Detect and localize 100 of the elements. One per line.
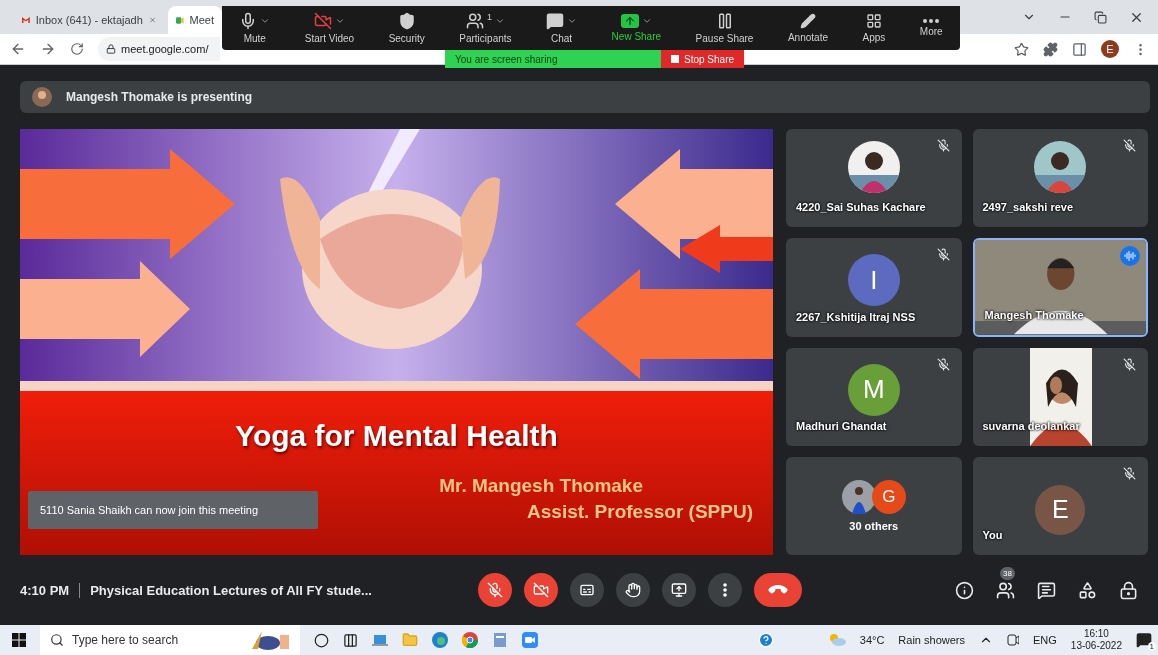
apps-icon (865, 13, 882, 29)
people-count: 38 (1000, 566, 1015, 580)
toolbar-button[interactable]: More (919, 19, 943, 37)
meet-now-icon[interactable] (1007, 633, 1019, 647)
participant-name: 2267_Kshitija Itraj NSS (796, 310, 916, 323)
participant-name: Madhuri Ghandat (796, 419, 887, 432)
temperature-text: 34°C (859, 634, 885, 646)
participant-tile[interactable]: 2497_sakshi reve (972, 129, 1148, 228)
address-field[interactable]: meet.google.com/ (98, 37, 220, 61)
captions-button[interactable] (570, 573, 605, 607)
lock-icon (106, 44, 116, 54)
participant-tile[interactable]: 4220_Sai Suhas Kachare (786, 129, 962, 228)
forward-icon[interactable] (40, 41, 56, 57)
sharing-banner: You are screen sharing (445, 50, 661, 68)
edge-icon[interactable] (432, 632, 448, 648)
hand-icon (625, 582, 642, 598)
caret-icon[interactable] (334, 16, 345, 26)
meeting-time: 4:10 PM (20, 582, 81, 598)
toolbar-button[interactable]: Mute (239, 12, 271, 44)
toolbar-button[interactable]: Chat (546, 12, 578, 44)
toolbar-button[interactable]: Apps (862, 13, 886, 43)
camera-off-icon (313, 12, 332, 30)
notification-toast: 5110 Sania Shaikh can now join this meeting (28, 491, 318, 529)
caret-icon[interactable] (641, 16, 652, 26)
presenter-name: Mr. Mangesh Thomake (439, 475, 643, 497)
camera-button[interactable] (524, 573, 559, 607)
participant-tile[interactable]: G 30 others (786, 456, 962, 555)
host-controls-icon[interactable] (1119, 580, 1138, 600)
notifications-icon[interactable] (1136, 632, 1152, 648)
zoom-app-icon[interactable] (522, 632, 538, 648)
toolbar-button[interactable]: Annotate (787, 13, 828, 43)
presenter-role: Assist. Professor (SPPU) (527, 501, 753, 523)
extensions-icon[interactable] (1043, 41, 1058, 57)
pencil-icon (799, 13, 816, 29)
toolbar-button[interactable]: 1 Participants (459, 12, 512, 44)
present-icon (671, 582, 688, 598)
toolbar-button[interactable]: Pause Share (695, 12, 754, 44)
app-icon[interactable] (372, 632, 388, 648)
search-icon (50, 633, 64, 647)
document-icon[interactable] (492, 632, 508, 648)
participant-tile[interactable]: E You (972, 456, 1148, 555)
browser-tab[interactable]: Inbox (641) - ektajadh (14, 6, 164, 34)
chrome-icon[interactable] (462, 632, 478, 648)
toolbar-button[interactable]: New Share (611, 14, 662, 42)
weather-widget-icon (250, 629, 290, 651)
shield-icon (397, 12, 416, 30)
raise-hand-button[interactable] (616, 573, 651, 607)
stop-icon (671, 55, 679, 63)
activities-icon[interactable] (1078, 580, 1097, 600)
participant-tile[interactable]: I 2267_Kshitija Itraj NSS (786, 238, 962, 337)
caret-icon[interactable] (567, 16, 578, 26)
avatar: I (847, 254, 900, 307)
caret-icon[interactable] (494, 16, 505, 26)
stop-share-button[interactable]: Stop Share (661, 50, 745, 68)
avatar: E (1035, 484, 1086, 535)
share-icon (620, 14, 639, 28)
start-icon[interactable] (12, 633, 26, 647)
bookmark-icon[interactable] (1014, 41, 1029, 57)
microphone-button[interactable] (478, 573, 513, 607)
more-options-button[interactable] (708, 573, 743, 607)
more-icon (723, 583, 728, 597)
participant-tile[interactable]: M Madhuri Ghandat (786, 347, 962, 446)
present-button[interactable] (662, 573, 697, 607)
help-icon[interactable] (757, 632, 774, 648)
task-view-icon[interactable] (343, 632, 358, 648)
participant-name: 2497_sakshi reve (982, 201, 1074, 214)
participant-name: You (982, 529, 1003, 541)
cortana-icon[interactable] (314, 632, 329, 648)
profile-avatar[interactable]: E (1101, 40, 1119, 58)
camera-off-icon (533, 582, 550, 598)
people-icon[interactable] (996, 580, 1015, 600)
hang-up-button[interactable] (754, 573, 803, 607)
reload-icon[interactable] (70, 42, 84, 56)
side-panel-icon[interactable] (1072, 41, 1087, 57)
participant-name: 4220_Sai Suhas Kachare (796, 201, 926, 214)
chat-icon (546, 12, 565, 30)
more-icon (923, 19, 940, 23)
presenting-text: Mangesh Thomake is presenting (66, 90, 253, 104)
slide-title: Yoga for Mental Health (235, 419, 558, 453)
back-icon[interactable] (10, 41, 26, 57)
video-icon (176, 14, 184, 26)
participant-count: 30 others (849, 519, 899, 532)
toolbar-button[interactable]: Security (388, 12, 425, 44)
browser-tab[interactable]: Meet (168, 6, 222, 34)
toolbar-button[interactable]: Start Video (304, 12, 355, 44)
mail-icon (22, 15, 30, 25)
search-field[interactable]: Type here to search (40, 625, 300, 655)
caret-icon[interactable] (260, 16, 271, 26)
captions-icon (579, 582, 596, 598)
info-icon[interactable] (955, 580, 974, 600)
language-indicator[interactable]: ENG (1033, 634, 1057, 646)
weather-text: Rain showers (898, 634, 965, 646)
avatar: M (847, 363, 900, 416)
participant-count: 1 (486, 12, 492, 22)
people-icon (465, 12, 484, 30)
meeting-title: Physical Education Lectures of All FY stude... (89, 582, 373, 598)
notification-count: 1 (1147, 642, 1156, 651)
chat-icon[interactable] (1037, 580, 1056, 600)
taskbar-clock[interactable]: 16:10 13-06-2022 (1070, 628, 1122, 652)
restore-icon[interactable] (1094, 10, 1107, 24)
